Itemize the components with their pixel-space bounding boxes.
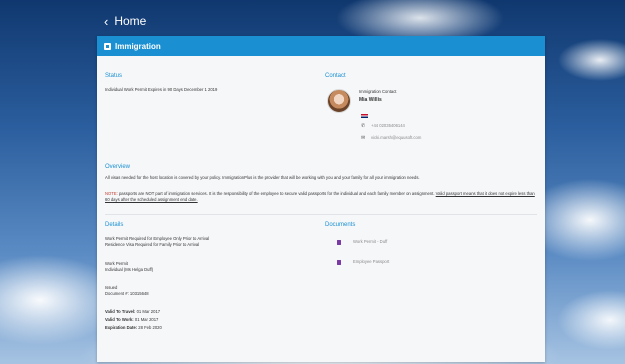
contact-phone[interactable]: +44 02035406144 [371,123,405,129]
card-header: Immigration [97,36,545,56]
details-holder: Individual (Ms Helga Duff) [105,267,154,272]
note-label: NOTE: [105,191,118,196]
uk-flag-icon [361,114,368,118]
valid-work-date: 01 Mar 2017 [134,317,159,322]
note-text: passports are NOT part of immigration se… [118,191,435,196]
details-state: Issued [105,285,118,290]
mail-icon: ✉ [361,135,366,141]
contact-email[interactable]: vicki.marsh@equusoft.com [371,135,421,141]
details-expiration: Expiration Date: 28 Feb 2020 [105,325,162,331]
pdf-document-icon [337,260,341,265]
valid-travel-date: 01 Mar 2017 [136,309,161,314]
expiration-date: 28 Feb 2020 [138,325,162,330]
document-icon [104,42,111,50]
status-text: Individual Work Permit Expires in 90 Day… [105,87,218,92]
overview-note: NOTE: passports are NOT part of immigrat… [105,191,535,202]
valid-travel-label: Valid To Travel: [105,309,136,314]
status-title: Status [105,73,123,79]
document-link-work-permit[interactable]: Work Permit - Duff [353,239,387,245]
overview-line1: All visas needed for the host location i… [105,175,420,180]
details-req1: Work Permit Required for Employee Only P… [105,236,210,241]
nav-title[interactable]: Home [114,14,146,28]
details-valid-work: Valid To Work: 01 Mar 2017 [105,317,158,323]
documents-title: Documents [325,222,356,228]
avatar [327,89,351,113]
details-title: Details [105,222,124,228]
overview-title: Overview [105,164,131,170]
section-divider [105,214,537,215]
card-title: Immigration [115,41,161,51]
immigration-card: Immigration Status Individual Work Permi… [97,36,545,362]
contact-name: Mia Willis [359,97,382,103]
valid-work-label: Valid To Work: [105,317,134,322]
contact-role: Immigration Contact [359,89,397,94]
pdf-document-icon [337,240,341,245]
expiration-label: Expiration Date: [105,325,138,330]
chevron-left-icon[interactable]: ‹ [104,15,108,28]
document-number: 10315648 [129,291,149,296]
document-label: Document #: [105,291,129,296]
document-link-passport[interactable]: Employee Passport [353,259,389,265]
contact-title: Contact [325,73,346,79]
details-req2: Residence Visa Required for Family Prior… [105,242,200,247]
details-type: Work Permit [105,261,128,266]
top-navigation: ‹ Home [104,10,146,32]
phone-icon: ✆ [361,123,366,129]
details-valid-travel: Valid To Travel: 01 Mar 2017 [105,309,160,315]
details-document: Document #: 10315648 [105,291,149,297]
